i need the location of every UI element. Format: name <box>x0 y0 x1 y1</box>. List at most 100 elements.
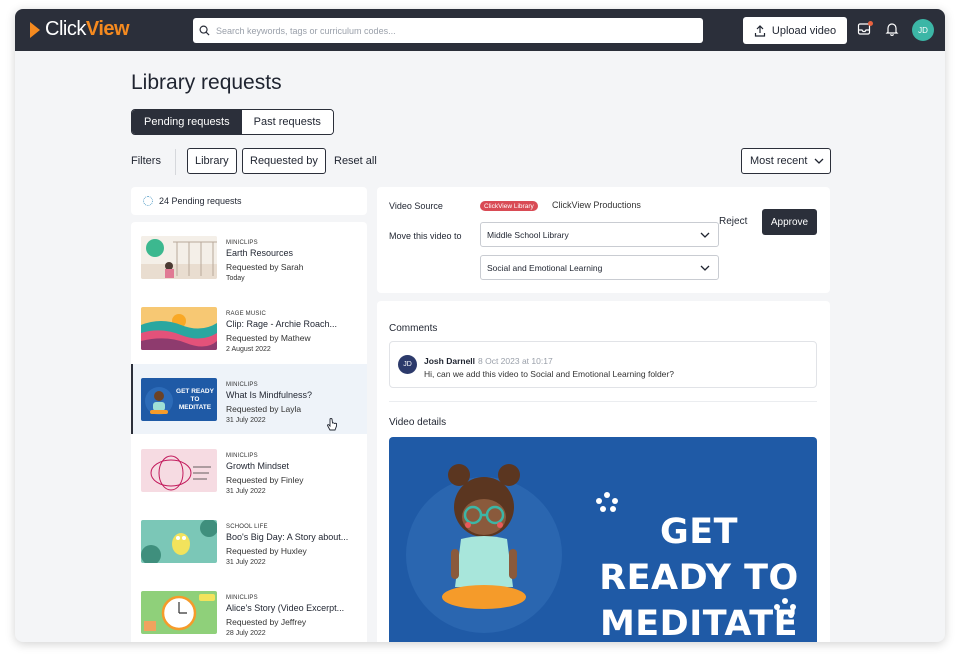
item-date: 31 July 2022 <box>226 559 266 566</box>
item-date: 28 July 2022 <box>226 630 266 637</box>
item-requested-by: Requested by Jeffrey <box>226 617 307 627</box>
item-title: Growth Mindset <box>226 461 290 471</box>
video-thumbnail <box>141 591 217 634</box>
logo-text-view: View <box>85 18 130 40</box>
search-bar[interactable] <box>193 18 703 43</box>
list-item[interactable]: RAGE MUSIC Clip: Rage - Archie Roach... … <box>131 293 367 363</box>
list-item[interactable]: MINICLIPS Growth Mindset Requested by Fi… <box>131 435 367 505</box>
request-tabs: Pending requests Past requests <box>131 109 334 135</box>
pending-count: 24 Pending requests <box>159 196 242 206</box>
item-requested-by: Requested by Mathew <box>226 333 311 343</box>
chevron-down-icon <box>814 158 824 164</box>
thumbnail-art <box>141 591 217 634</box>
item-category: MINICLIPS <box>226 382 258 388</box>
thumbnail-art <box>141 236 217 279</box>
comment-card: JD Josh Darnell 8 Oct 2023 at 10:17 Hi, … <box>389 341 817 388</box>
request-details-panel: Comments JD Josh Darnell 8 Oct 2023 at 1… <box>377 301 830 642</box>
comment-avatar: JD <box>398 355 417 374</box>
logo-play-icon <box>30 21 40 38</box>
tab-pending-requests[interactable]: Pending requests <box>132 110 242 134</box>
tab-past-requests[interactable]: Past requests <box>241 110 333 134</box>
item-requested-by: Requested by Sarah <box>226 262 304 272</box>
list-item[interactable]: MINICLIPS Alice's Story (Video Excerpt..… <box>131 577 367 642</box>
move-video-label: Move this video to <box>389 231 462 241</box>
loading-icon <box>143 196 153 206</box>
library-select-value: Middle School Library <box>487 229 569 240</box>
video-title-overlay: GET READY TO MEDITATE <box>589 509 809 642</box>
item-category: MINICLIPS <box>226 453 258 459</box>
pending-count-card: 24 Pending requests <box>131 187 367 215</box>
video-source-label: Video Source <box>389 201 443 211</box>
thumbnail-text: GET READY TO MEDITATE <box>176 388 214 411</box>
item-title: Clip: Rage - Archie Roach... <box>226 319 338 329</box>
video-thumbnail: GET READY TO MEDITATE <box>141 378 217 421</box>
sort-dropdown[interactable]: Most recent <box>741 148 831 174</box>
notification-dot <box>868 21 873 26</box>
item-title: Alice's Story (Video Excerpt... <box>226 603 345 613</box>
comment-time: 8 Oct 2023 at 10:17 <box>478 356 553 366</box>
item-category: SCHOOL LIFE <box>226 524 268 530</box>
source-name: ClickView Productions <box>552 200 641 210</box>
app-window: ClickView Upload video JD Library reques… <box>15 9 945 642</box>
reject-button[interactable]: Reject <box>719 216 747 227</box>
section-divider <box>389 401 817 402</box>
reset-all-link[interactable]: Reset all <box>334 155 377 167</box>
upload-label: Upload video <box>771 24 837 37</box>
chevron-down-icon <box>700 265 710 271</box>
thumbnail-art <box>141 307 217 350</box>
item-requested-by: Requested by Finley <box>226 475 304 485</box>
upload-icon <box>754 24 765 37</box>
item-title: What Is Mindfulness? <box>226 390 313 400</box>
top-bar: ClickView Upload video JD <box>15 9 945 51</box>
item-date: 2 August 2022 <box>226 346 271 353</box>
list-item-selected[interactable]: GET READY TO MEDITATE MINICLIPS What Is … <box>131 364 367 434</box>
bell-icon[interactable] <box>885 22 899 36</box>
item-requested-by: Requested by Layla <box>226 404 302 414</box>
video-thumbnail <box>141 307 217 350</box>
item-requested-by: Requested by Huxley <box>226 546 307 556</box>
item-title: Boo's Big Day: A Story about... <box>226 532 349 542</box>
folder-select-value: Social and Emotional Learning <box>487 262 603 273</box>
page-title: Library requests <box>131 71 282 94</box>
thumbnail-art <box>141 520 217 563</box>
video-details-title: Video details <box>389 417 447 428</box>
comment-author: Josh Darnell <box>424 356 476 366</box>
list-item[interactable]: MINICLIPS Earth Resources Requested by S… <box>131 222 367 292</box>
filters-label: Filters <box>131 155 161 167</box>
approve-button[interactable]: Approve <box>762 209 817 235</box>
video-thumbnail <box>141 236 217 279</box>
item-date: 31 July 2022 <box>226 417 266 424</box>
item-date: Today <box>226 275 245 282</box>
request-actions-panel: Video Source ClickView Library ClickView… <box>377 187 830 293</box>
library-select[interactable]: Middle School Library <box>480 222 719 247</box>
video-thumbnail <box>141 449 217 492</box>
item-title: Earth Resources <box>226 248 294 258</box>
item-category: MINICLIPS <box>226 240 258 246</box>
video-title-line-1: GET READY TO <box>599 512 799 598</box>
filter-requested-by-button[interactable]: Requested by <box>242 148 326 174</box>
filter-library-button[interactable]: Library <box>187 148 237 174</box>
clickview-logo[interactable]: Click View <box>30 18 130 41</box>
sort-label: Most recent <box>750 155 808 167</box>
request-list: MINICLIPS Earth Resources Requested by S… <box>131 222 367 642</box>
video-player[interactable]: GET READY TO MEDITATE <box>389 437 817 642</box>
chevron-down-icon <box>700 232 710 238</box>
item-date: 31 July 2022 <box>226 488 266 495</box>
item-category: MINICLIPS <box>226 595 258 601</box>
comments-title: Comments <box>389 323 438 334</box>
video-thumbnail <box>141 520 217 563</box>
hand-cursor-icon <box>327 418 337 431</box>
video-title-line-2: MEDITATE <box>599 604 799 642</box>
upload-video-button[interactable]: Upload video <box>743 17 847 44</box>
source-badge: ClickView Library <box>480 201 538 211</box>
thumbnail-art <box>141 449 217 492</box>
search-input[interactable] <box>216 25 686 36</box>
search-icon <box>199 25 210 36</box>
filters-divider <box>175 149 176 175</box>
list-item[interactable]: SCHOOL LIFE Boo's Big Day: A Story about… <box>131 506 367 576</box>
logo-text-click: Click <box>45 18 86 40</box>
user-avatar[interactable]: JD <box>912 19 934 41</box>
item-category: RAGE MUSIC <box>226 311 267 317</box>
folder-select[interactable]: Social and Emotional Learning <box>480 255 719 280</box>
comment-text: Hi, can we add this video to Social and … <box>424 369 674 379</box>
